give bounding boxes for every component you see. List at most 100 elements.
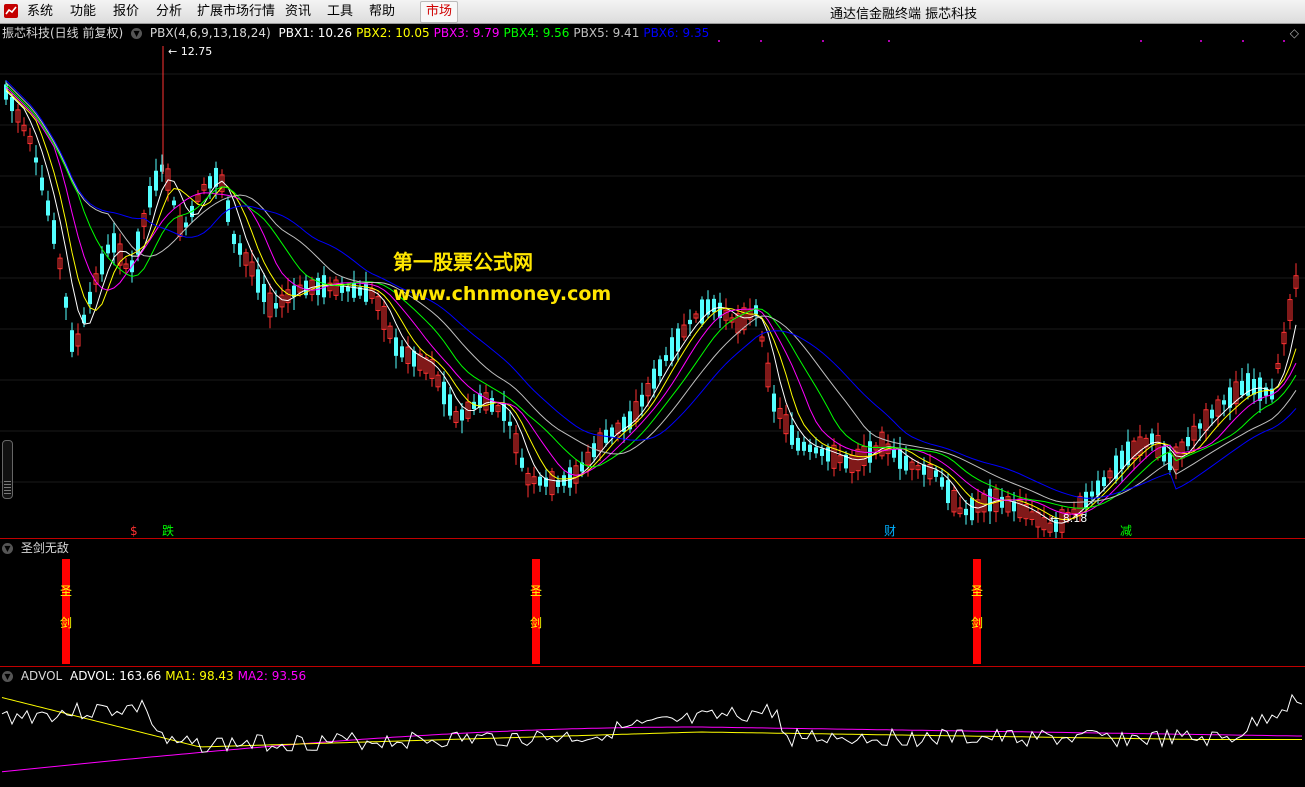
advol-line — [1, 693, 1303, 753]
candle-body — [34, 157, 38, 163]
candle-body — [520, 457, 524, 468]
menu-extended-market[interactable]: 扩展市场行情 — [197, 3, 275, 20]
moving-average-line — [5, 86, 1297, 515]
candle-body — [802, 441, 806, 451]
menu-news[interactable]: 资讯 — [285, 3, 311, 20]
candle-body — [904, 455, 908, 471]
candle-body — [934, 470, 938, 477]
signal-mark: 减 — [1120, 524, 1132, 538]
candle-body — [964, 508, 968, 516]
candle-body — [808, 444, 812, 453]
candle-body — [100, 253, 104, 275]
menu-tools[interactable]: 工具 — [327, 3, 353, 20]
candle-body — [148, 186, 152, 208]
sword-bar-text: 剑 — [530, 615, 542, 630]
candle-body — [238, 243, 242, 255]
candle-body — [106, 244, 110, 254]
candle-body — [892, 449, 896, 458]
candle-body — [262, 283, 266, 303]
moving-average-line — [5, 90, 1297, 524]
candle-body — [970, 497, 974, 521]
candle-body — [610, 427, 614, 438]
candle-body — [670, 337, 674, 361]
candle-body — [322, 275, 326, 298]
menu-system[interactable]: 系统 — [27, 3, 53, 20]
candle-body — [1186, 437, 1190, 447]
advol-panel[interactable]: ▼ ADVOL ADVOL: 163.66 MA1: 98.43 MA2: 93.5… — [0, 667, 1305, 787]
candle-body — [364, 283, 368, 302]
candle-body — [1120, 450, 1124, 470]
candle-body — [568, 467, 572, 488]
menu-quote[interactable]: 报价 — [113, 3, 139, 20]
candle-body — [400, 346, 404, 358]
candle-body — [1210, 409, 1214, 419]
candle-body — [442, 381, 446, 405]
candle-body — [508, 421, 512, 426]
candle-body — [664, 355, 668, 361]
candle-body — [688, 319, 692, 325]
window-title: 通达信金融终端 振芯科技 — [830, 7, 978, 22]
candle-body — [1090, 491, 1094, 497]
advol-chart — [1, 693, 1303, 773]
market-button[interactable]: 市场 — [420, 1, 458, 23]
moving-average-line — [5, 84, 1297, 509]
candle-body — [40, 177, 44, 191]
sword-signal-bar — [973, 559, 981, 664]
candle-body — [1222, 400, 1226, 405]
candle-body — [796, 437, 800, 451]
watermark-title: 第一股票公式网 — [393, 250, 533, 274]
candle-body — [676, 328, 680, 352]
signal-dot — [1140, 40, 1142, 42]
candle-body — [1198, 423, 1202, 429]
menu-bar: 系统 功能 报价 分析 扩展市场行情 资讯 工具 帮助 市场 通达信金融终端 振… — [0, 0, 1305, 24]
signal-mark: 财 — [884, 524, 896, 538]
sword-signal-bar — [532, 559, 540, 664]
sword-bar-text: 剑 — [971, 615, 983, 630]
candle-body — [154, 170, 158, 191]
signal-dot — [888, 40, 890, 42]
candle-body — [64, 296, 68, 308]
candle-body — [814, 447, 818, 454]
sword-bar-text: 剑 — [60, 615, 72, 630]
sword-signal-chart: 圣剑 圣剑 圣剑 — [60, 559, 983, 664]
low-price-label: ← 8.18 — [1050, 512, 1087, 525]
candle-body — [88, 291, 92, 305]
candle-body — [1168, 452, 1172, 471]
candle-body — [172, 200, 176, 206]
sword-bar-text: 圣 — [971, 584, 983, 598]
candle-body — [394, 337, 398, 356]
signal-dot — [1283, 40, 1285, 42]
sword-panel[interactable]: ▼ 圣剑无敌 圣剑圣剑圣剑 — [0, 539, 1305, 666]
signal-mark: 跌 — [162, 523, 174, 538]
candle-body — [820, 448, 824, 456]
candle-body — [1240, 380, 1244, 396]
sword-signal-bar — [62, 559, 70, 664]
moving-average-line — [5, 80, 1297, 499]
candle-body — [274, 303, 278, 309]
candle-body — [112, 233, 116, 253]
candle-body — [208, 176, 212, 189]
price-panel[interactable]: 振芯科技(日线 前复权) ▼ PBX(4,6,9,13,18,24) PBX1:… — [0, 24, 1305, 539]
candle-body — [640, 394, 644, 407]
candle-body — [988, 488, 992, 512]
signal-dot — [1242, 40, 1244, 42]
watermark-url: www.chnmoney.com — [393, 283, 612, 305]
candle-body — [46, 200, 50, 216]
candle-body — [1096, 480, 1100, 496]
signal-dot — [822, 40, 824, 42]
menu-help[interactable]: 帮助 — [369, 3, 395, 20]
candle-body — [346, 286, 350, 292]
app-logo-icon[interactable] — [3, 3, 19, 19]
menu-function[interactable]: 功能 — [70, 3, 96, 20]
candle-body — [10, 96, 14, 112]
candle-body — [658, 359, 662, 376]
signal-dot — [760, 40, 762, 42]
candle-body — [538, 476, 542, 486]
candle-body — [52, 220, 56, 244]
candle-body — [1258, 377, 1262, 401]
menu-analysis[interactable]: 分析 — [156, 3, 182, 20]
candle-body — [652, 368, 656, 389]
candle-body — [448, 394, 452, 416]
vertical-scroll-handle[interactable] — [2, 440, 13, 499]
high-price-label: ← 12.75 — [168, 45, 212, 58]
